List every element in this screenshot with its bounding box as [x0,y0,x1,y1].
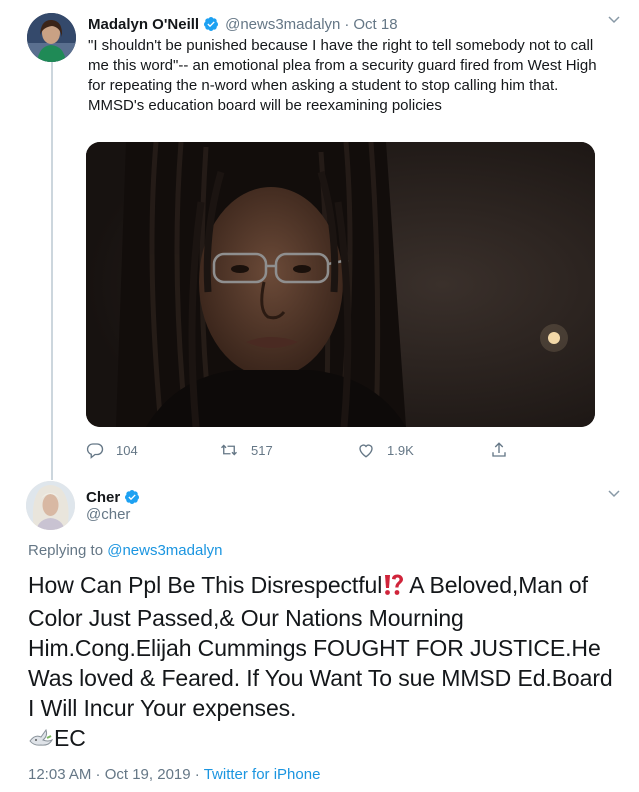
like-count: 1.9K [387,442,414,458]
tweet-video-thumbnail[interactable] [86,142,595,427]
tweet-actions: 104 517 1.9K [86,441,516,465]
tweet-header: Cher [86,487,146,507]
separator: · [194,766,200,783]
tweet-header: Madalyn O'Neill @news3madalyn · Oct 18 [88,14,398,34]
chevron-down-icon[interactable] [608,12,620,27]
reply-icon [86,443,104,459]
share-icon [492,442,506,457]
verified-badge-icon [203,16,219,32]
retweet-icon [221,444,237,456]
thread-connector-line [51,62,53,480]
retweet-count: 517 [251,442,273,458]
tweet-meta: 12:03 AM · Oct 19, 2019 · Twitter for iP… [28,766,320,783]
parent-tweet[interactable]: Madalyn O'Neill @news3madalyn · Oct 18 "… [0,0,639,480]
like-icon [359,444,373,458]
author-handle[interactable]: @news3madalyn [225,16,340,33]
tweet-date[interactable]: Oct 18 [353,16,397,33]
source-link[interactable]: Twitter for iPhone [204,766,321,783]
reply-button[interactable]: 104 [86,441,138,459]
avatar[interactable] [27,13,76,62]
tweet-text: How Can Ppl Be This Disrespectful A Belo… [28,570,618,756]
reply-count: 104 [116,442,138,458]
avatar[interactable] [26,481,75,530]
replying-prefix: Replying to [28,542,104,559]
tweet-text-part: How Can Ppl Be This Disrespectful [28,572,383,598]
author-name[interactable]: Madalyn O'Neill [88,16,199,33]
tweet-text-part: EC [54,725,86,751]
tweet-text: "I shouldn't be punished because I have … [88,37,597,114]
replying-to: Replying to @news3madalyn [28,542,223,559]
replying-to-link[interactable]: @news3madalyn [107,542,222,559]
chevron-down-icon[interactable] [608,486,620,501]
share-button[interactable] [490,441,520,459]
timestamp[interactable]: 12:03 AM · Oct 19, 2019 [28,766,191,783]
interrobang-emoji-icon [382,572,404,603]
separator: · [344,15,350,33]
author-handle[interactable]: @cher [86,506,130,523]
like-button[interactable]: 1.9K [357,441,414,459]
author-name[interactable]: Cher [86,489,120,506]
dove-emoji-icon [28,726,54,756]
retweet-button[interactable]: 517 [219,441,273,459]
verified-badge-icon [124,489,140,505]
